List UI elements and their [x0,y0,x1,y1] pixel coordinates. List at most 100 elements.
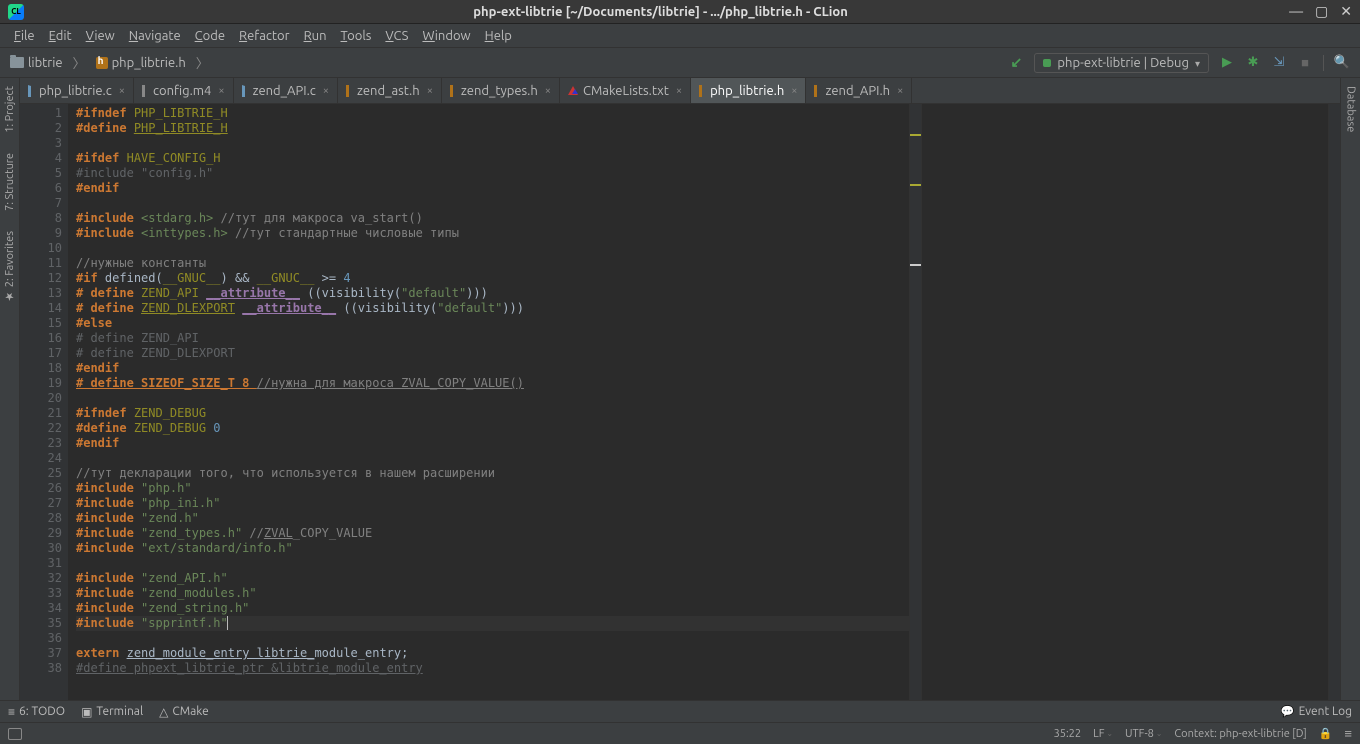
code-line[interactable]: #endif [76,436,909,451]
attach-button[interactable] [1271,55,1287,71]
close-icon[interactable]: × [545,85,551,97]
side-tool-structure[interactable]: 7: Structure [4,149,16,215]
menu-navigate[interactable]: Navigate [123,27,187,45]
minimap-left[interactable] [909,104,921,700]
breadcrumb-item[interactable]: libtrie [6,54,67,72]
code-line[interactable]: #endif [76,361,909,376]
side-tool-project[interactable]: 1: Project [4,82,16,137]
code-line[interactable]: # define SIZEOF_SIZE_T 8 //нужна для мак… [76,376,909,391]
side-tool-favorites[interactable]: 2: Favorites [3,227,16,307]
code-line[interactable]: //нужные константы [76,256,909,271]
todo-tool[interactable]: ≡ 6: TODO [8,705,65,719]
code-line[interactable] [76,556,909,571]
code-line[interactable]: #define ZEND_DEBUG 0 [76,421,909,436]
menu-view[interactable]: View [80,27,121,45]
code-line[interactable] [76,451,909,466]
tab-config-m4[interactable]: config.m4 × [134,78,234,103]
code-line[interactable]: #include "php.h" [76,481,909,496]
breadcrumb-item[interactable]: php_libtrie.h [92,54,190,72]
code-line[interactable]: #if defined(__GNUC__) && __GNUC__ >= 4 [76,271,909,286]
right-tool-strip: Database [1340,78,1360,700]
maximize-button[interactable]: ▢ [1315,3,1328,20]
code-line[interactable]: #define phpext_libtrie_ptr &libtrie_modu… [76,661,909,676]
cmake-tool[interactable]: △ CMake [159,705,209,719]
code-line[interactable]: #ifdef HAVE_CONFIG_H [76,151,909,166]
code-line[interactable]: #include "ext/standard/info.h" [76,541,909,556]
menu-vcs[interactable]: VCS [379,27,414,45]
menu-tools[interactable]: Tools [335,27,378,45]
code-line[interactable]: #include "php_ini.h" [76,496,909,511]
menu-run[interactable]: Run [298,27,333,45]
tab-php_libtrie-h[interactable]: php_libtrie.h× [691,78,806,103]
menu-edit[interactable]: Edit [43,27,78,45]
code-line[interactable]: #include "zend_modules.h" [76,586,909,601]
code-line[interactable]: #include "zend_types.h" //ZVAL_COPY_VALU… [76,526,909,541]
code-line[interactable]: #include "zend.h" [76,511,909,526]
code-line[interactable]: //тут декларации того, что используется … [76,466,909,481]
editor-pane-right[interactable] [922,104,1340,700]
menu-code[interactable]: Code [189,27,231,45]
menu-help[interactable]: Help [479,27,518,45]
code-line[interactable]: extern zend_module_entry libtrie_module_… [76,646,909,661]
editor-pane-left[interactable]: 1234567891011121314151617181920212223242… [20,104,922,700]
search-button[interactable] [1334,55,1350,71]
close-button[interactable]: ✕ [1340,3,1352,20]
line-number: 16 [20,331,62,346]
code-line[interactable]: # define ZEND_DLEXPORT [76,346,909,361]
code-line[interactable]: #include "zend_string.h" [76,601,909,616]
tab-zend_types-h[interactable]: zend_types.h× [442,78,560,103]
line-number: 22 [20,421,62,436]
line-ending[interactable]: LF [1093,728,1113,740]
code-line[interactable]: #include <inttypes.h> //тут стандартные … [76,226,909,241]
menu-window[interactable]: Window [416,27,476,45]
context[interactable]: Context: php-ext-libtrie [D] [1174,728,1306,740]
code-line[interactable]: # define ZEND_DLEXPORT __attribute__ ((v… [76,301,909,316]
tab-zend_ast-h[interactable]: zend_ast.h× [338,78,442,103]
code-line[interactable] [76,136,909,151]
code-line[interactable]: # define ZEND_API [76,331,909,346]
debug-button[interactable] [1245,55,1261,71]
run-button[interactable] [1219,55,1235,71]
close-icon[interactable]: × [218,85,224,97]
close-icon[interactable]: × [791,85,797,97]
layers-icon[interactable] [1344,726,1352,741]
minimap-right[interactable] [1328,104,1340,700]
minimize-button[interactable]: — [1289,3,1303,20]
code-line[interactable]: #include "spprintf.h" [76,616,909,631]
menu-file[interactable]: File [8,27,41,45]
close-icon[interactable]: × [323,85,329,97]
code-line[interactable]: #include "config.h" [76,166,909,181]
event-log-tool[interactable]: Event Log [1281,705,1352,718]
close-icon[interactable]: × [897,85,903,97]
tab-zend_API-h[interactable]: zend_API.h× [806,78,912,103]
build-icon[interactable] [1008,55,1024,71]
code-line[interactable]: #define PHP_LIBTRIE_H [76,121,909,136]
status-indicator-icon[interactable] [8,728,22,740]
tab-CMakeLists-txt[interactable]: CMakeLists.txt× [560,78,691,103]
code-line[interactable] [76,391,909,406]
code-line[interactable]: #ifndef PHP_LIBTRIE_H [76,106,909,121]
close-icon[interactable]: × [427,85,433,97]
code-line[interactable] [76,241,909,256]
tab-php_libtrie-c[interactable]: php_libtrie.c× [20,78,134,103]
lock-icon[interactable] [1319,727,1333,740]
code-line[interactable]: #endif [76,181,909,196]
encoding[interactable]: UTF-8 [1125,728,1162,740]
close-icon[interactable]: × [119,85,125,97]
run-config-selector[interactable]: php-ext-libtrie | Debug [1034,53,1209,73]
file-icon [699,85,705,97]
side-tool-database[interactable]: Database [1345,82,1357,136]
code-line[interactable]: #else [76,316,909,331]
code-line[interactable]: #include <stdarg.h> //тут для макроса va… [76,211,909,226]
code-line[interactable]: #ifndef ZEND_DEBUG [76,406,909,421]
terminal-tool[interactable]: ▣ Terminal [81,705,143,719]
code-line[interactable] [76,631,909,646]
code-line[interactable] [76,196,909,211]
tab-zend_API-c[interactable]: zend_API.c× [234,78,338,103]
code-line[interactable]: # define ZEND_API __attribute__ ((visibi… [76,286,909,301]
menu-refactor[interactable]: Refactor [233,27,296,45]
code-area[interactable]: #ifndef PHP_LIBTRIE_H#define PHP_LIBTRIE… [68,104,909,700]
close-icon[interactable]: × [676,85,682,97]
code-line[interactable]: #include "zend_API.h" [76,571,909,586]
tab-label: config.m4 [153,84,211,98]
